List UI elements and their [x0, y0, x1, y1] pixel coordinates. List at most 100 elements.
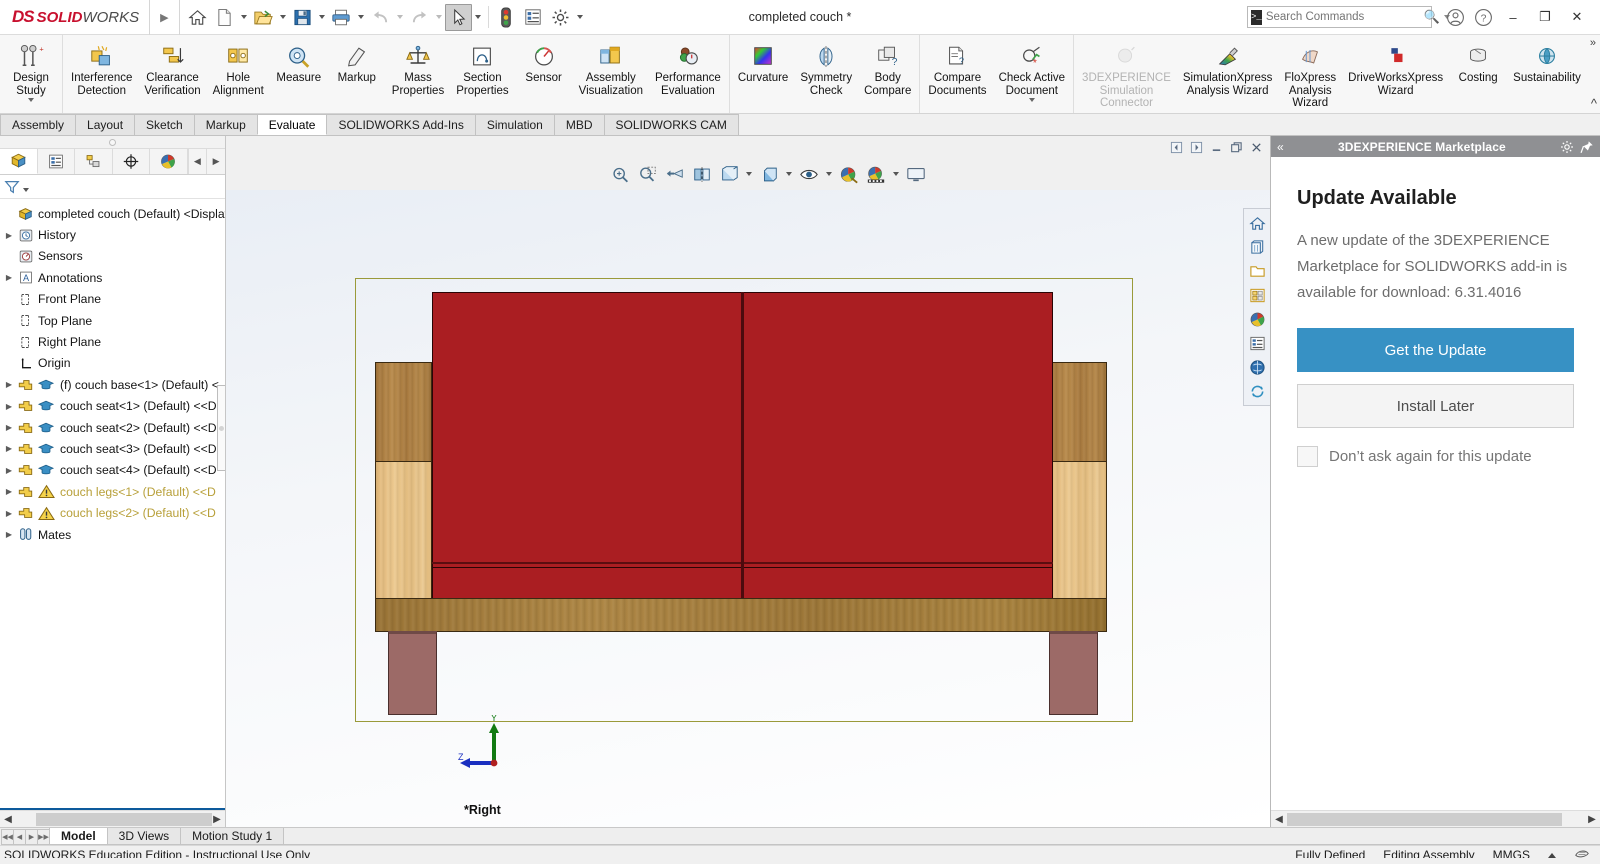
- tree-expander[interactable]: ▶: [2, 466, 16, 475]
- scroll-left-icon[interactable]: ◀: [1271, 814, 1287, 825]
- feature-manager-horizontal-scrollbar[interactable]: ◀ ▶: [0, 810, 225, 827]
- tab-simulation[interactable]: Simulation: [474, 114, 555, 135]
- previous-view-icon[interactable]: [662, 162, 687, 187]
- feature-manager-splitter[interactable]: [0, 136, 225, 149]
- ribbon-button-section-properties[interactable]: Section Properties: [450, 38, 514, 98]
- units-caret-icon[interactable]: [1548, 852, 1556, 858]
- close-window-icon[interactable]: [1247, 138, 1266, 156]
- 3dexperience-marketplace-icon[interactable]: [1246, 355, 1269, 379]
- tab-layout[interactable]: Layout: [75, 114, 136, 135]
- tree-item-top-plane[interactable]: Top Plane: [0, 310, 225, 331]
- ribbon-button-interference-detection[interactable]: Interference Detection: [65, 38, 138, 98]
- display-style-dropdown[interactable]: [783, 162, 794, 187]
- couch-assembly-model[interactable]: [355, 278, 1133, 722]
- ribbon-button-body-compare[interactable]: ? Body Compare: [858, 38, 917, 98]
- couch-seat-cushion-back-left[interactable]: [432, 292, 742, 569]
- search-icon[interactable]: 🔍: [1424, 9, 1440, 25]
- select-button[interactable]: [444, 3, 472, 31]
- restore-window-icon[interactable]: [1227, 138, 1246, 156]
- custom-properties-icon[interactable]: [1246, 331, 1269, 355]
- ribbon-button-symmetry-check[interactable]: Symmetry Check: [794, 38, 858, 98]
- options-button[interactable]: [547, 4, 574, 31]
- hide-show-items-icon[interactable]: [796, 162, 821, 187]
- tree-item-couch-base-1[interactable]: ▶ (f) couch base<1> (Default) <: [0, 374, 225, 395]
- model-views-icon[interactable]: [1246, 235, 1269, 259]
- ribbon-button-3dexperience-simulation-connector[interactable]: 3DEXPERIENCE Simulation Connector: [1076, 38, 1177, 111]
- display-manager-tab[interactable]: [150, 149, 188, 174]
- undo-button[interactable]: [367, 4, 394, 31]
- minimize-window-icon[interactable]: [1207, 138, 1226, 156]
- print-button[interactable]: [328, 4, 355, 31]
- couch-frame-arm-right-upper[interactable]: [1049, 362, 1107, 462]
- ribbon-button-assembly-visualization[interactable]: Assembly Visualization: [573, 38, 649, 98]
- file-properties-button[interactable]: [520, 4, 547, 31]
- hide-show-items-dropdown[interactable]: [823, 162, 834, 187]
- feature-manager-tabs-prev[interactable]: ◀: [187, 149, 207, 174]
- dropdown-chevron-icon[interactable]: [1028, 98, 1035, 102]
- zoom-to-area-icon[interactable]: [635, 162, 660, 187]
- get-the-update-button[interactable]: Get the Update: [1297, 328, 1574, 372]
- tree-item-origin[interactable]: Origin: [0, 353, 225, 374]
- rebuild-button[interactable]: [493, 4, 520, 31]
- ribbon-button-sustainability[interactable]: Sustainability: [1507, 38, 1587, 86]
- filter-dropdown-icon[interactable]: [23, 187, 29, 192]
- ribbon-button-mass-properties[interactable]: Mass Properties: [386, 38, 450, 98]
- open-document-dropdown[interactable]: [277, 4, 289, 31]
- pin-icon[interactable]: [1580, 140, 1594, 154]
- task-pane-horizontal-scrollbar[interactable]: ◀ ▶: [1271, 810, 1600, 827]
- bottom-tab-motion-study-1[interactable]: Motion Study 1: [180, 828, 285, 845]
- scroll-track[interactable]: [16, 812, 212, 826]
- ribbon-button-performance-evaluation[interactable]: Performance Evaluation: [649, 38, 727, 98]
- open-folder-icon[interactable]: [1246, 259, 1269, 283]
- new-document-dropdown[interactable]: [238, 4, 250, 31]
- previous-window-icon[interactable]: [1167, 138, 1186, 156]
- view-orientation-dropdown[interactable]: [743, 162, 754, 187]
- feature-manager-tabs-next[interactable]: ▶: [206, 149, 225, 174]
- scroll-thumb[interactable]: [1287, 812, 1562, 826]
- zoom-to-fit-icon[interactable]: [608, 162, 633, 187]
- user-account-icon[interactable]: [1442, 4, 1468, 30]
- tree-item-front-plane[interactable]: Front Plane: [0, 289, 225, 310]
- apply-scene-icon[interactable]: [863, 162, 888, 187]
- tree-expander[interactable]: ▶: [2, 444, 16, 453]
- edit-appearance-icon[interactable]: [836, 162, 861, 187]
- tab-solidworks-cam[interactable]: SOLIDWORKS CAM: [603, 114, 739, 135]
- ribbon-button-simulationxpress-analysis-wizard[interactable]: SimulationXpress Analysis Wizard: [1177, 38, 1278, 98]
- tree-item-couch-seat-3[interactable]: ▶ couch seat<3> (Default) <<D: [0, 438, 225, 459]
- home-tab-icon[interactable]: [1246, 211, 1269, 235]
- view-settings-icon[interactable]: [903, 162, 928, 187]
- redo-dropdown[interactable]: [433, 4, 445, 31]
- couch-seat-cushion-front-left[interactable]: [432, 567, 742, 599]
- tree-item-couch-seat-4[interactable]: ▶ couch seat<4> (Default) <<D: [0, 460, 225, 481]
- view-orientation-icon[interactable]: [716, 162, 741, 187]
- gear-icon[interactable]: [1560, 140, 1574, 154]
- tree-item-couch-seat-1[interactable]: ▶ couch seat<1> (Default) <<D: [0, 396, 225, 417]
- tab-markup[interactable]: Markup: [193, 114, 258, 135]
- home-button[interactable]: [184, 4, 211, 31]
- tab-solidworks-add-ins[interactable]: SOLIDWORKS Add-Ins: [326, 114, 476, 135]
- print-dropdown[interactable]: [355, 4, 367, 31]
- tab-assembly[interactable]: Assembly: [0, 114, 77, 135]
- ribbon-button-sensor[interactable]: Sensor: [515, 38, 573, 86]
- select-dropdown[interactable]: [472, 4, 484, 31]
- section-view-icon[interactable]: [689, 162, 714, 187]
- ribbon-pin-chevron-icon[interactable]: ^: [1591, 96, 1597, 111]
- scroll-left-icon[interactable]: ◀: [0, 814, 16, 825]
- tree-item-couch-legs-2[interactable]: ▶ couch legs<2> (Default) <<D: [0, 502, 225, 523]
- design-library-icon[interactable]: [1246, 283, 1269, 307]
- ribbon-button-curvature[interactable]: Curvature: [732, 38, 795, 86]
- next-window-icon[interactable]: [1187, 138, 1206, 156]
- sync-icon[interactable]: [1246, 379, 1269, 403]
- tree-item-root[interactable]: completed couch (Default) <Display S: [0, 203, 225, 224]
- feature-tree-flyout-handle[interactable]: [217, 385, 225, 471]
- tree-expander[interactable]: ▶: [2, 380, 16, 389]
- help-icon[interactable]: ?: [1470, 4, 1496, 30]
- couch-frame-arm-left-lower[interactable]: [375, 461, 432, 600]
- open-document-button[interactable]: [250, 4, 277, 31]
- tree-item-mates[interactable]: ▶ Mates: [0, 524, 225, 545]
- scroll-track[interactable]: [1287, 812, 1584, 826]
- apply-scene-dropdown[interactable]: [890, 162, 901, 187]
- tree-item-right-plane[interactable]: Right Plane: [0, 331, 225, 352]
- bottom-tab-model[interactable]: Model: [49, 828, 108, 845]
- couch-seat-cushion-front-right[interactable]: [743, 567, 1053, 599]
